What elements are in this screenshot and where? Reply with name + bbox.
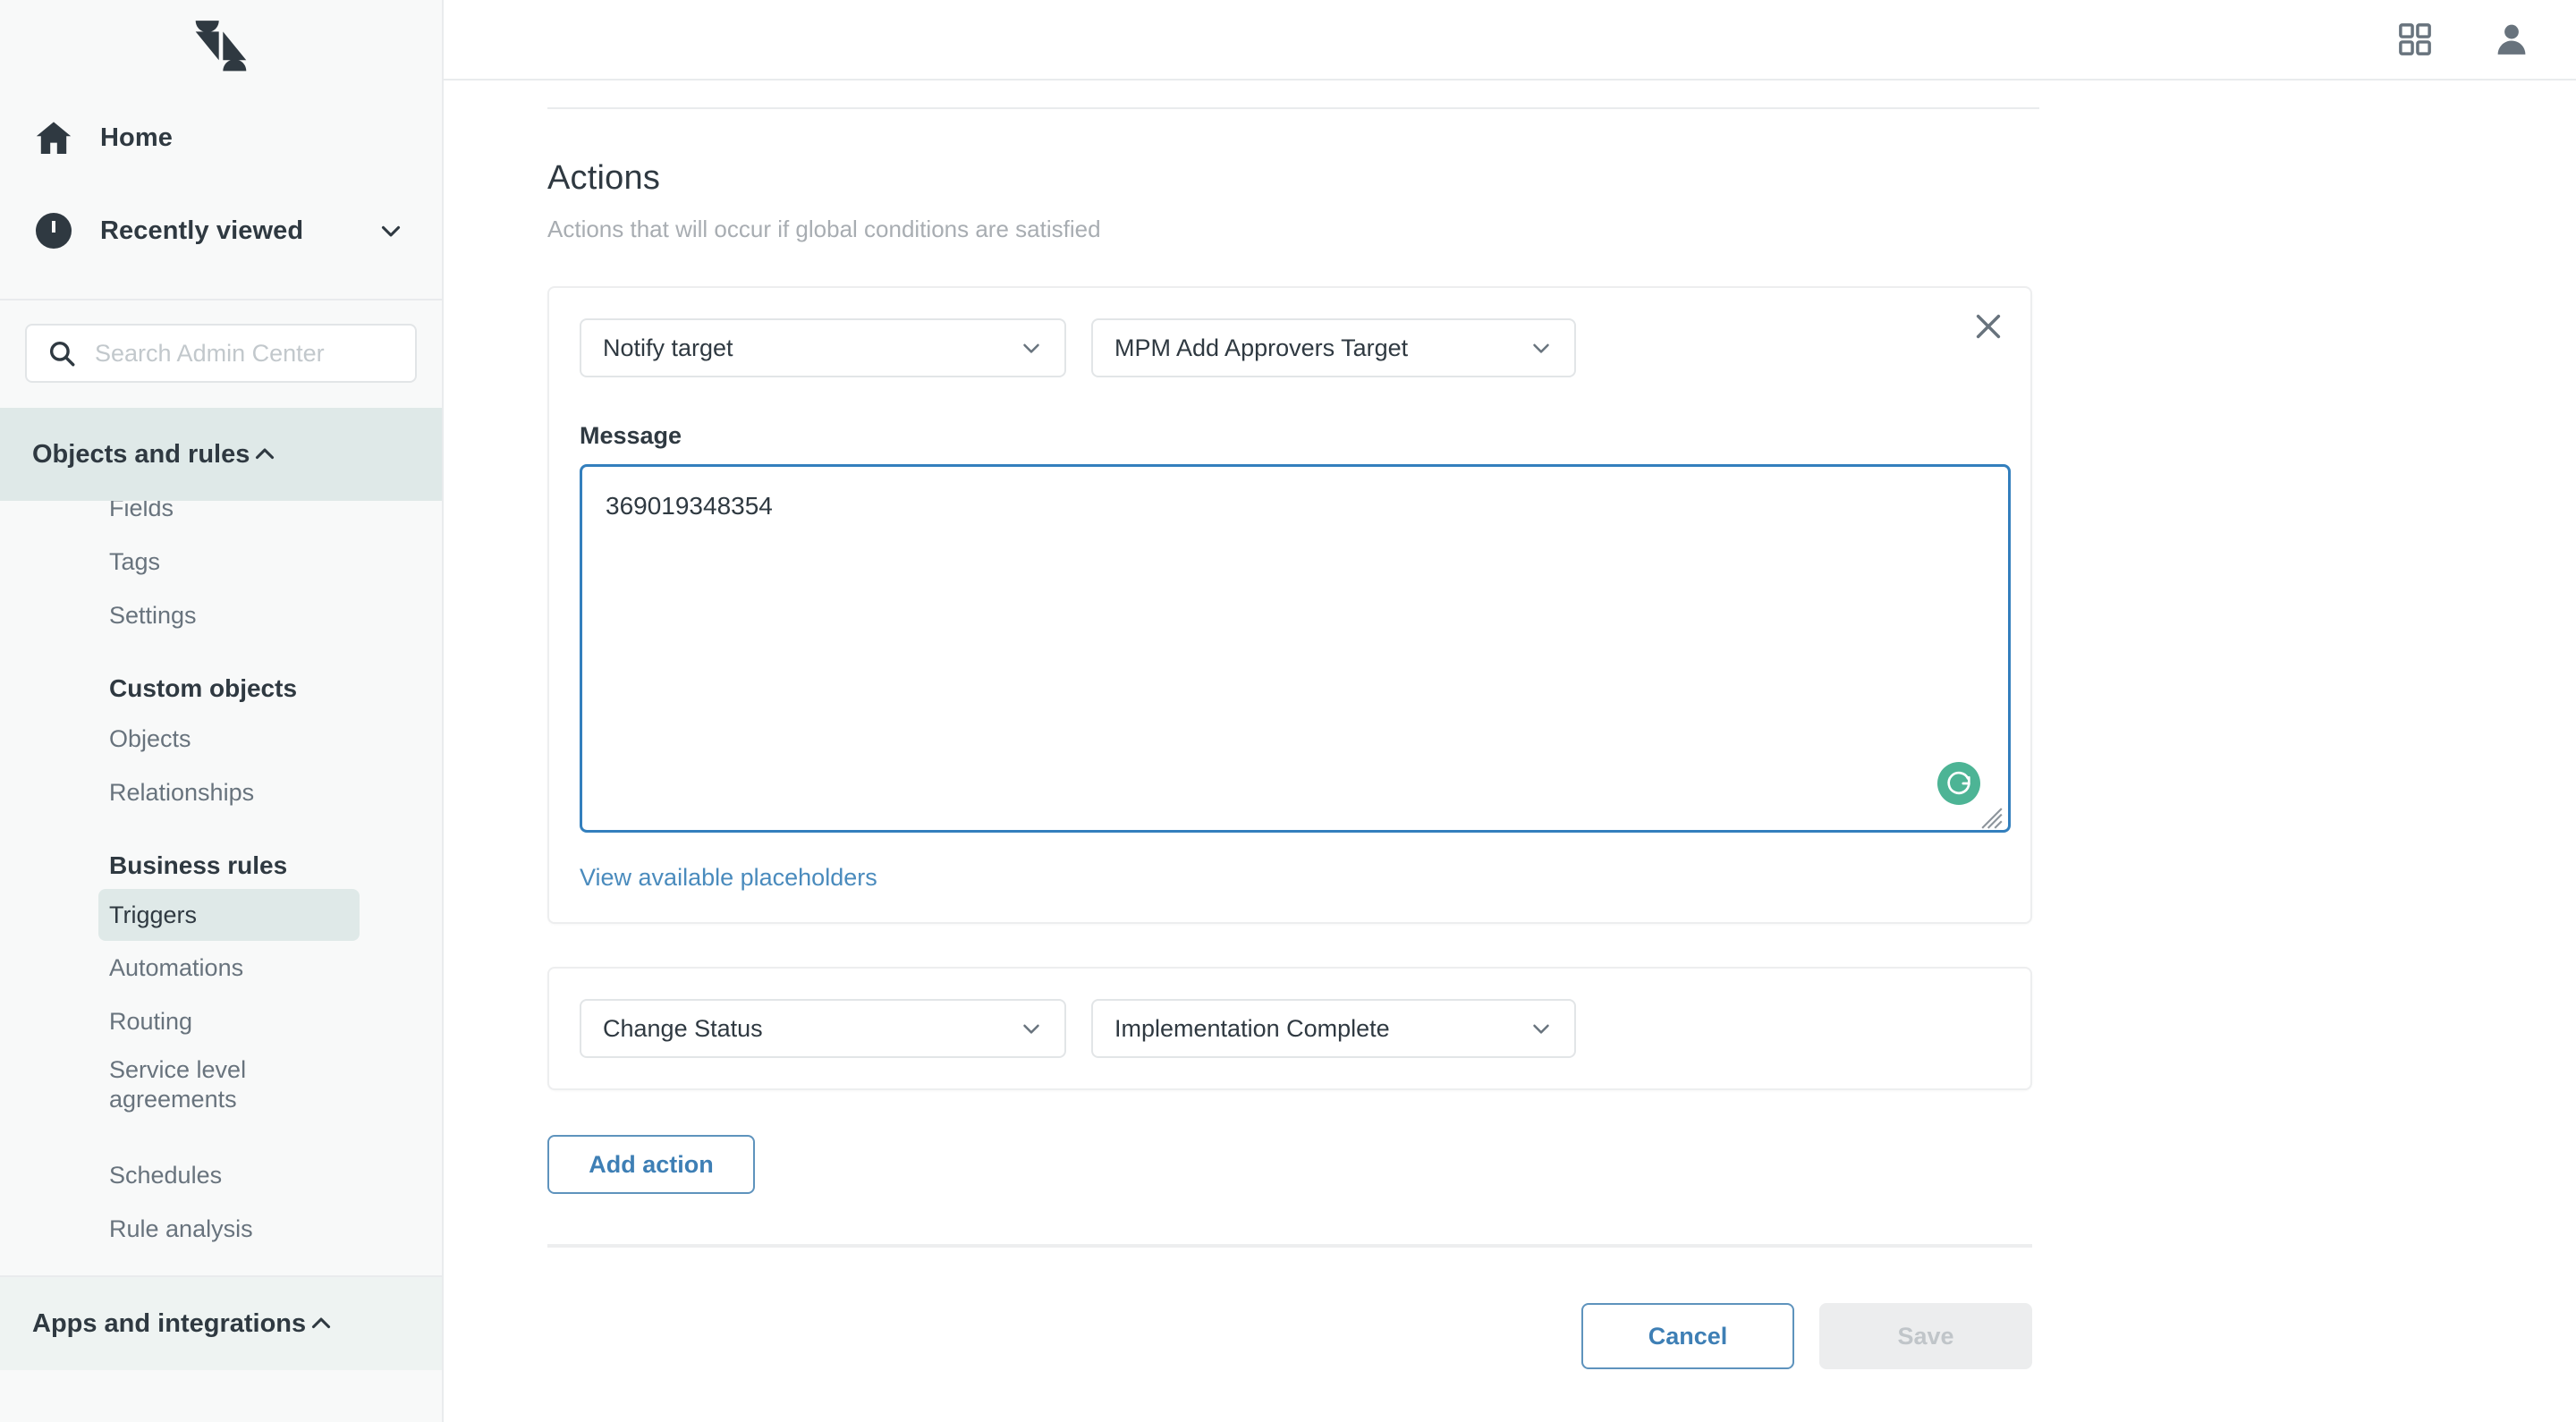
sidebar-item-rule-analysis[interactable]: Rule analysis [0, 1202, 442, 1256]
main-content: Actions Actions that will occur if globa… [444, 0, 2576, 1422]
sidebar-item-label: Routing [109, 1007, 193, 1035]
sidebar-item-label: Schedules [109, 1161, 223, 1189]
action-target-value: MPM Add Approvers Target [1114, 334, 1409, 361]
action-type-value: Notify target [603, 334, 733, 361]
sidebar-item-settings[interactable]: Settings [0, 588, 442, 642]
sidebar-scroll-area[interactable]: Fields Tags Settings Custom objects Obje… [0, 481, 442, 1256]
message-textarea[interactable] [580, 464, 2011, 833]
sidebar-item-tags[interactable]: Tags [0, 535, 442, 588]
search-container [0, 300, 442, 408]
sidebar-item-label: Service level agreements [109, 1056, 247, 1113]
cancel-button[interactable]: Cancel [1581, 1303, 1794, 1369]
sidebar-item-schedules[interactable]: Schedules [0, 1148, 442, 1202]
action-type-value: Change Status [603, 1014, 763, 1042]
sidebar-item-routing[interactable]: Routing [0, 995, 442, 1048]
close-icon[interactable] [1970, 308, 2007, 345]
search-box[interactable] [25, 324, 417, 383]
sidebar-item-objects[interactable]: Objects [0, 712, 442, 766]
sidebar: Home Recently viewed Search Admin Center… [0, 0, 444, 1422]
action-type-select[interactable]: Notify target [580, 318, 1066, 377]
home-icon [32, 116, 75, 159]
chevron-down-icon [1018, 334, 1045, 361]
chevron-down-icon [1528, 1015, 1555, 1042]
chevron-up-icon[interactable] [250, 439, 280, 470]
clock-icon [32, 209, 75, 252]
page-subtitle: Actions that will occur if global condit… [547, 216, 1101, 242]
sidebar-sublist: Fields Tags Settings Custom objects Obje… [0, 481, 442, 1256]
sidebar-section-apps-and-integrations[interactable]: Apps and integrations [0, 1277, 442, 1370]
zendesk-logo-icon [195, 20, 247, 72]
action-target-select[interactable]: MPM Add Approvers Target [1091, 318, 1576, 377]
sidebar-item-label: Tags [109, 547, 161, 575]
primary-nav: Home Recently viewed [0, 91, 442, 299]
sidebar-item-label: Rule analysis [109, 1215, 253, 1242]
page-title: Actions [547, 159, 661, 197]
actions-page: Actions Actions that will occur if globa… [444, 107, 2576, 1369]
sidebar-item-label: Automations [109, 953, 244, 981]
action-selects-row: Change Status Implementation Complete [580, 999, 2000, 1058]
action-value-select[interactable]: Implementation Complete [1091, 999, 1576, 1058]
save-button[interactable]: Save [1819, 1303, 2032, 1369]
chevron-down-icon [1018, 1015, 1045, 1042]
content-top-divider [547, 107, 2039, 109]
action-selects-row: Notify target MPM Add Approvers Target [580, 318, 2000, 377]
add-action-button[interactable]: Add action [547, 1135, 755, 1194]
sidebar-group-title-custom-objects: Custom objects [109, 674, 298, 702]
grid-apps-icon[interactable] [2395, 20, 2435, 59]
brand-logo[interactable] [0, 0, 442, 91]
action-type-select[interactable]: Change Status [580, 999, 1066, 1058]
sidebar-item-label: Recently viewed [100, 216, 304, 245]
search-icon [47, 338, 77, 368]
chevron-up-icon[interactable] [306, 1308, 336, 1339]
top-bar [444, 0, 2576, 80]
actions-container: Actions Actions that will occur if globa… [547, 159, 2122, 1369]
admin-center-app: Home Recently viewed Search Admin Center… [0, 0, 2576, 1422]
sidebar-item-relationships[interactable]: Relationships [0, 766, 442, 819]
sidebar-item-recently-viewed[interactable]: Recently viewed [0, 184, 442, 277]
sidebar-item-home[interactable]: Home [0, 91, 442, 184]
footer-actions: Cancel Save [547, 1303, 2032, 1369]
sidebar-section-objects-and-rules[interactable]: Objects and rules [0, 408, 442, 501]
sidebar-item-service-level-agreements[interactable]: Service level agreements [0, 1048, 442, 1148]
resize-grip-icon[interactable] [1980, 807, 2004, 830]
sidebar-item-automations[interactable]: Automations [0, 941, 442, 995]
sidebar-section-apps-wrapper: Apps and integrations [0, 1275, 442, 1370]
action-card-notify-target: Notify target MPM Add Approvers Target M… [547, 286, 2032, 924]
grammarly-icon[interactable] [1937, 762, 1980, 805]
view-available-placeholders-link[interactable]: View available placeholders [580, 864, 877, 892]
user-avatar-icon[interactable] [2492, 20, 2531, 59]
chevron-down-icon [1528, 334, 1555, 361]
message-label: Message [580, 422, 682, 449]
sidebar-item-label: Triggers [109, 901, 198, 928]
action-value-value: Implementation Complete [1114, 1014, 1390, 1042]
search-input[interactable] [95, 339, 395, 368]
sidebar-item-label: Home [100, 123, 173, 152]
message-field-wrapper [580, 464, 2011, 837]
sidebar-group-title-business-rules: Business rules [109, 851, 288, 879]
chevron-down-icon[interactable] [376, 216, 406, 246]
sidebar-item-label: Relationships [109, 778, 255, 806]
sidebar-section-label: Apps and integrations [32, 1308, 307, 1338]
footer-divider [547, 1244, 2032, 1248]
sidebar-item-label: Objects [109, 724, 191, 752]
sidebar-item-label: Settings [109, 601, 197, 629]
sidebar-item-triggers[interactable]: Triggers [98, 889, 360, 941]
action-card-change-status: Change Status Implementation Complete [547, 967, 2032, 1090]
sidebar-section-label: Objects and rules [32, 439, 250, 469]
